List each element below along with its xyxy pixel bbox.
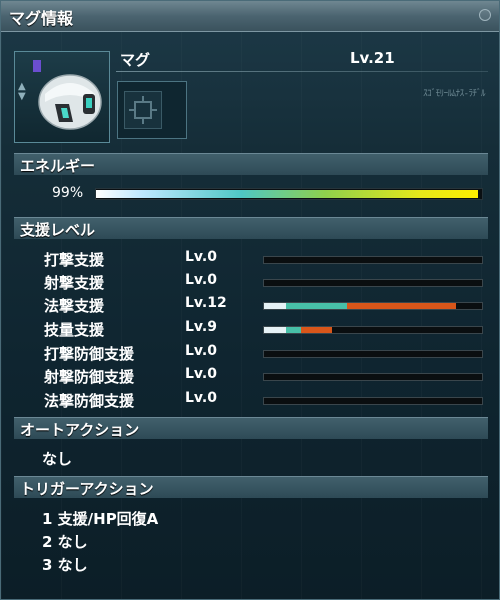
progress-segment-orange bbox=[346, 303, 456, 309]
trigger-action-header: トリガーアクション bbox=[14, 476, 488, 498]
support-level-row: 法撃支援 Lv.12 bbox=[1, 295, 500, 317]
decorative-text: ｽｺﾞﾓﾘｰﾙﾑﾅｽ-ﾗﾁﾞﾙ bbox=[423, 89, 485, 99]
support-level-value: Lv.12 bbox=[185, 295, 227, 311]
progress-segment-teal bbox=[285, 327, 302, 333]
support-progress-bar bbox=[263, 302, 483, 310]
empty-slot-icon bbox=[124, 91, 162, 129]
progress-segment-orange bbox=[301, 327, 332, 333]
mag-level: Lv.21 bbox=[350, 49, 395, 67]
auto-action-header-label: オートアクション bbox=[20, 421, 140, 439]
support-level-value: Lv.0 bbox=[185, 249, 217, 265]
trigger-action-item: 2 なし bbox=[42, 533, 88, 551]
trigger-action-item: 3 なし bbox=[42, 556, 88, 574]
progress-segment-teal bbox=[285, 303, 347, 309]
mag-device-icon bbox=[38, 74, 102, 130]
title-bar[interactable]: マグ情報 bbox=[1, 1, 499, 32]
support-progress-bar bbox=[263, 279, 483, 287]
auto-action-header: オートアクション bbox=[14, 417, 488, 439]
progress-segment-white bbox=[264, 303, 286, 309]
support-level-header: 支援レベル bbox=[14, 217, 488, 239]
support-label: 射撃防御支援 bbox=[44, 368, 135, 386]
support-label: 技量支援 bbox=[44, 321, 105, 339]
support-level-row: 射撃支援 Lv.0 bbox=[1, 272, 500, 294]
support-label: 打撃支援 bbox=[44, 251, 105, 269]
support-level-row: 技量支援 Lv.9 bbox=[1, 319, 500, 341]
auto-action-value: なし bbox=[42, 450, 73, 468]
energy-bar-fill bbox=[96, 190, 479, 198]
support-level-value: Lv.0 bbox=[185, 343, 217, 359]
support-level-value: Lv.0 bbox=[185, 390, 217, 406]
energy-header-label: エネルギー bbox=[20, 157, 96, 175]
support-label: 法撃防御支援 bbox=[44, 392, 135, 410]
energy-value: 99% bbox=[52, 185, 84, 201]
support-label: 打撃防御支援 bbox=[44, 345, 135, 363]
support-label: 射撃支援 bbox=[44, 274, 105, 292]
support-progress-bar bbox=[263, 326, 483, 334]
energy-bar bbox=[95, 188, 483, 200]
energy-header: エネルギー bbox=[14, 153, 488, 175]
support-level-value: Lv.0 bbox=[185, 366, 217, 382]
support-level-row: 法撃防御支援 Lv.0 bbox=[1, 390, 500, 412]
support-level-value: Lv.9 bbox=[185, 319, 217, 335]
support-progress-bar bbox=[263, 373, 483, 381]
support-progress-bar bbox=[263, 256, 483, 264]
divider bbox=[116, 71, 488, 72]
close-icon[interactable] bbox=[479, 9, 491, 21]
mag-equip-slot[interactable] bbox=[117, 81, 187, 139]
trigger-action-item: 1 支援/HP回復A bbox=[42, 510, 159, 528]
trigger-action-header-label: トリガーアクション bbox=[20, 480, 154, 498]
support-label: 法撃支援 bbox=[44, 297, 105, 315]
mag-portrait: ▲ ▼ bbox=[14, 51, 110, 143]
support-level-row: 射撃防御支援 Lv.0 bbox=[1, 366, 500, 388]
collapse-arrow-icon[interactable]: ▲ ▼ bbox=[18, 82, 26, 102]
mag-name: マグ bbox=[120, 51, 151, 69]
support-level-row: 打撃支援 Lv.0 bbox=[1, 249, 500, 271]
support-level-row: 打撃防御支援 Lv.0 bbox=[1, 343, 500, 365]
support-progress-bar bbox=[263, 350, 483, 358]
window-title: マグ情報 bbox=[9, 9, 74, 28]
support-level-value: Lv.0 bbox=[185, 272, 217, 288]
progress-segment-white bbox=[264, 327, 286, 333]
support-level-header-label: 支援レベル bbox=[20, 221, 96, 239]
support-progress-bar bbox=[263, 397, 483, 405]
mag-info-window: マグ情報 ▲ ▼ マグ Lv.21 ｽｺﾞﾓﾘｰﾙﾑﾅｽ-ﾗﾁﾞﾙ エネルギー 9… bbox=[0, 0, 500, 600]
